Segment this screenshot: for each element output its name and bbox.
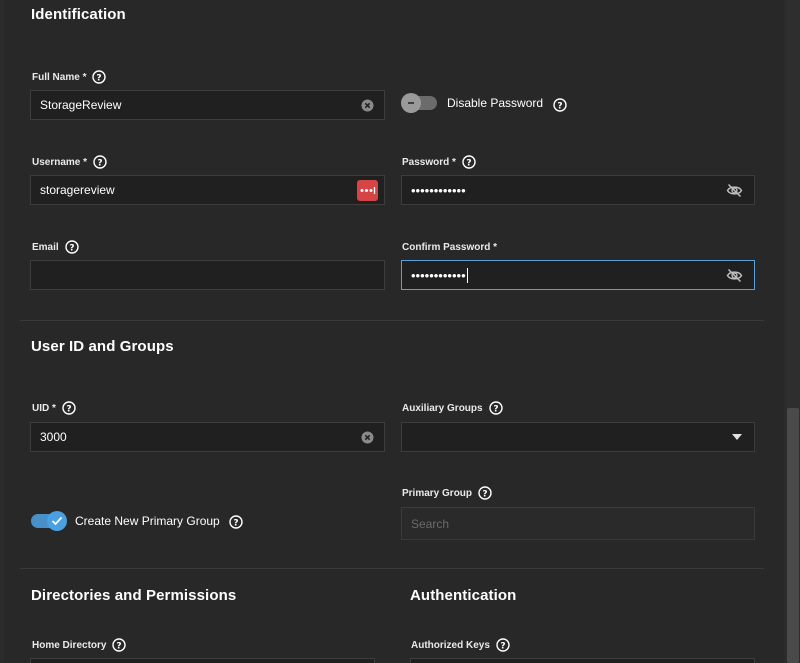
svg-text:?: ? bbox=[500, 642, 505, 652]
confirm-password-label: Confirm Password * bbox=[402, 241, 498, 253]
help-icon[interactable]: ? bbox=[64, 240, 79, 254]
email-label: Email ? bbox=[32, 239, 79, 255]
check-icon bbox=[51, 516, 63, 526]
svg-text:?: ? bbox=[97, 74, 102, 84]
create-primary-group-label: Create New Primary Group bbox=[75, 514, 220, 528]
minus-icon bbox=[408, 102, 414, 104]
help-icon[interactable]: ? bbox=[553, 98, 567, 112]
email-input[interactable] bbox=[30, 260, 385, 290]
help-icon[interactable]: ? bbox=[496, 638, 510, 652]
section-title-identification: Identification bbox=[31, 6, 126, 23]
toggle-track[interactable] bbox=[31, 511, 67, 531]
disable-password-toggle[interactable]: Disable Password bbox=[401, 93, 544, 113]
uid-input[interactable]: 3000 bbox=[30, 422, 385, 452]
eye-off-icon[interactable] bbox=[726, 183, 743, 198]
svg-text:?: ? bbox=[117, 642, 122, 652]
help-icon[interactable]: ? bbox=[229, 515, 243, 529]
svg-text:?: ? bbox=[66, 405, 71, 415]
authorized-keys-label: Authorized Keys ? bbox=[411, 637, 510, 653]
chevron-down-icon[interactable] bbox=[732, 434, 742, 441]
toggle-track[interactable] bbox=[401, 93, 437, 113]
section-title-directories: Directories and Permissions bbox=[31, 587, 237, 604]
eye-off-icon[interactable] bbox=[726, 268, 743, 283]
scrollbar-thumb[interactable] bbox=[787, 408, 799, 663]
home-directory-input[interactable] bbox=[30, 658, 375, 663]
help-icon[interactable]: ? bbox=[93, 155, 107, 169]
section-divider bbox=[20, 320, 764, 321]
primary-group-search-input[interactable]: Search bbox=[401, 507, 755, 540]
authorized-keys-input[interactable] bbox=[410, 658, 755, 663]
password-input[interactable]: •••••••••••• bbox=[401, 175, 755, 205]
section-title-user-id-groups: User ID and Groups bbox=[31, 338, 174, 355]
password-manager-icon[interactable] bbox=[357, 180, 378, 201]
full-name-label: Full Name * ? bbox=[32, 69, 107, 85]
full-name-input[interactable]: StorageReview bbox=[30, 90, 385, 120]
toggle-knob[interactable] bbox=[401, 93, 421, 113]
help-icon[interactable]: ? bbox=[462, 155, 476, 169]
section-divider bbox=[20, 568, 764, 569]
auxiliary-groups-select[interactable] bbox=[401, 422, 755, 452]
svg-text:?: ? bbox=[69, 244, 74, 254]
uid-label: UID * ? bbox=[32, 400, 76, 416]
toggle-knob[interactable] bbox=[47, 511, 67, 531]
primary-group-label: Primary Group ? bbox=[402, 485, 492, 501]
svg-text:?: ? bbox=[466, 159, 471, 169]
password-label: Password * ? bbox=[402, 154, 476, 170]
username-label: Username * ? bbox=[32, 154, 107, 170]
svg-text:?: ? bbox=[97, 159, 102, 169]
help-icon[interactable]: ? bbox=[478, 486, 492, 500]
help-icon[interactable]: ? bbox=[62, 401, 76, 415]
svg-text:?: ? bbox=[493, 405, 498, 415]
auxiliary-groups-label: Auxiliary Groups ? bbox=[402, 400, 503, 416]
help-icon[interactable]: ? bbox=[488, 401, 503, 415]
text-caret bbox=[466, 267, 468, 283]
svg-text:?: ? bbox=[482, 490, 487, 500]
disable-password-label: Disable Password bbox=[447, 96, 544, 110]
section-title-authentication: Authentication bbox=[410, 587, 517, 604]
svg-text:?: ? bbox=[233, 519, 238, 529]
username-input[interactable]: storagereview bbox=[30, 175, 385, 205]
home-directory-label: Home Directory ? bbox=[32, 637, 127, 653]
help-icon[interactable]: ? bbox=[112, 638, 127, 652]
create-primary-group-toggle[interactable]: Create New Primary Group bbox=[31, 511, 220, 531]
clear-icon[interactable] bbox=[361, 431, 374, 444]
clear-icon[interactable] bbox=[361, 99, 374, 112]
help-icon[interactable]: ? bbox=[92, 70, 107, 84]
confirm-password-input[interactable]: •••••••••••• bbox=[401, 260, 755, 290]
svg-text:?: ? bbox=[557, 102, 562, 112]
